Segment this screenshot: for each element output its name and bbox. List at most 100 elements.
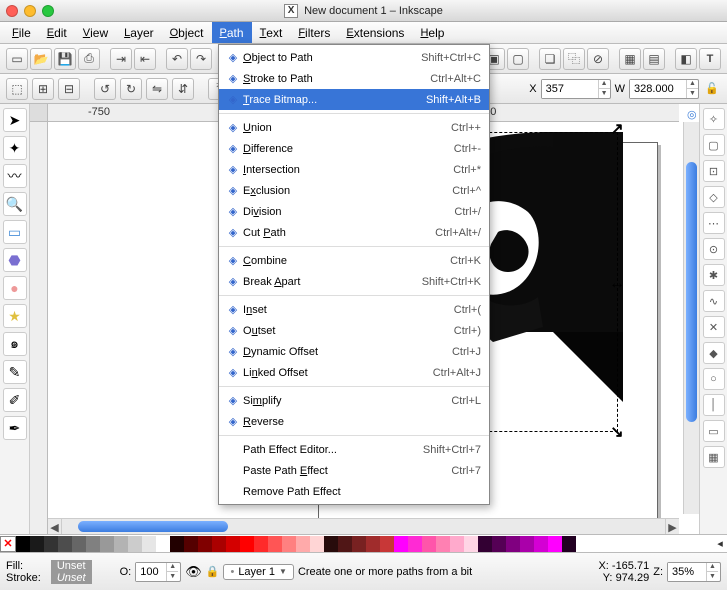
w-spin[interactable]: ▲▼ [629, 79, 699, 99]
color-swatch[interactable] [450, 536, 464, 552]
color-swatch[interactable] [282, 536, 296, 552]
menuitem-cut-path[interactable]: ◈Cut PathCtrl+Alt+/ [219, 222, 489, 243]
open-button[interactable]: 📂 [30, 48, 52, 70]
rectangle-tool[interactable]: ▭ [3, 220, 27, 244]
snap-smooth-button[interactable]: ○ [703, 368, 725, 390]
redo-button[interactable]: ↷ [190, 48, 212, 70]
color-swatch[interactable] [142, 536, 156, 552]
snap-center-button[interactable]: ⊙ [703, 238, 725, 260]
menuitem-dynamic-offset[interactable]: ◈Dynamic OffsetCtrl+J [219, 341, 489, 362]
menuitem-object-to-path[interactable]: ◈Object to PathShift+Ctrl+C [219, 47, 489, 68]
rotate-ccw-button[interactable]: ↺ [94, 78, 116, 100]
menuitem-simplify[interactable]: ◈SimplifyCtrl+L [219, 390, 489, 411]
save-button[interactable]: 💾 [54, 48, 76, 70]
x-input[interactable] [542, 80, 598, 98]
color-swatch[interactable] [156, 536, 170, 552]
color-swatch[interactable] [394, 536, 408, 552]
text-dialog-button[interactable]: T [699, 48, 721, 70]
bezier-tool[interactable]: ✐ [3, 388, 27, 412]
color-swatch[interactable] [296, 536, 310, 552]
ungroup-button[interactable]: ▤ [643, 48, 665, 70]
3dbox-tool[interactable]: ⬣ [3, 248, 27, 272]
zoom-page-button[interactable]: ▢ [507, 48, 529, 70]
import-button[interactable]: ⇥ [110, 48, 132, 70]
menu-text[interactable]: Text [252, 22, 291, 43]
color-swatch[interactable] [380, 536, 394, 552]
vertical-scrollbar[interactable]: ◎ [683, 122, 699, 514]
color-swatch[interactable] [338, 536, 352, 552]
unlink-clone-button[interactable]: ⊘ [587, 48, 609, 70]
handle-ne-icon[interactable]: ↗ [610, 122, 624, 136]
color-swatch[interactable] [58, 536, 72, 552]
spiral-tool[interactable]: ๑ [3, 332, 27, 356]
clone-button[interactable]: ⿻ [563, 48, 585, 70]
select-all-button[interactable]: ⬚ [6, 78, 28, 100]
menu-object[interactable]: Object [162, 22, 212, 43]
new-document-button[interactable]: ▭ [6, 48, 28, 70]
handle-se-icon[interactable]: ↘ [610, 425, 624, 439]
color-swatch[interactable] [548, 536, 562, 552]
snap-intersect-button[interactable]: ✕ [703, 316, 725, 338]
color-swatch[interactable] [562, 536, 576, 552]
menu-filters[interactable]: Filters [290, 22, 338, 43]
snap-midpoint-button[interactable]: ⋯ [703, 212, 725, 234]
color-swatch[interactable] [30, 536, 44, 552]
duplicate-button[interactable]: ❏ [539, 48, 561, 70]
menuitem-exclusion[interactable]: ◈ExclusionCtrl+^ [219, 180, 489, 201]
flip-h-button[interactable]: ⇋ [146, 78, 168, 100]
star-tool[interactable]: ★ [3, 304, 27, 328]
calligraphy-tool[interactable]: ✒ [3, 416, 27, 440]
menu-view[interactable]: View [75, 22, 116, 43]
zoom-spin[interactable]: ▲▼ [667, 562, 721, 582]
menuitem-paste-path-effect[interactable]: Paste Path EffectCtrl+7 [219, 460, 489, 481]
color-swatch[interactable] [506, 536, 520, 552]
stroke-value[interactable]: Unset [51, 572, 92, 584]
menuitem-remove-path-effect[interactable]: Remove Path Effect [219, 481, 489, 502]
color-swatch[interactable] [422, 536, 436, 552]
color-swatch[interactable] [212, 536, 226, 552]
color-swatch[interactable] [72, 536, 86, 552]
menu-path[interactable]: Path [212, 22, 252, 43]
snap-page-button[interactable]: ▭ [703, 420, 725, 442]
color-swatch[interactable] [366, 536, 380, 552]
color-swatch[interactable] [114, 536, 128, 552]
menuitem-inset[interactable]: ◈InsetCtrl+( [219, 299, 489, 320]
lock-layer-icon[interactable]: 🔒 [206, 565, 220, 578]
snap-bbox-button[interactable]: ▢ [703, 134, 725, 156]
opacity-input[interactable] [136, 563, 166, 581]
menuitem-path-effect-editor[interactable]: Path Effect Editor...Shift+Ctrl+7 [219, 439, 489, 460]
color-swatch[interactable] [240, 536, 254, 552]
color-swatch[interactable] [520, 536, 534, 552]
color-swatch[interactable] [492, 536, 506, 552]
color-swatch[interactable] [198, 536, 212, 552]
fill-value[interactable]: Unset [51, 560, 92, 572]
quick-zoom-icon[interactable]: ◎ [687, 108, 697, 121]
color-swatch[interactable] [100, 536, 114, 552]
tweak-tool[interactable]: 〰 [3, 164, 27, 188]
palette-more-icon[interactable]: ◂ [713, 537, 727, 550]
rotate-cw-button[interactable]: ↻ [120, 78, 142, 100]
color-swatch[interactable] [86, 536, 100, 552]
color-swatch[interactable] [16, 536, 30, 552]
handle-e-icon[interactable]: ↔ [610, 277, 624, 291]
color-swatch[interactable] [464, 536, 478, 552]
undo-button[interactable]: ↶ [166, 48, 188, 70]
lock-icon[interactable]: 🔓 [703, 80, 721, 98]
menuitem-break-apart[interactable]: ◈Break ApartShift+Ctrl+K [219, 271, 489, 292]
color-swatch[interactable] [268, 536, 282, 552]
x-spin[interactable]: ▲▼ [541, 79, 611, 99]
color-swatch[interactable] [352, 536, 366, 552]
color-swatch[interactable] [128, 536, 142, 552]
color-swatch[interactable] [184, 536, 198, 552]
snap-cusp-button[interactable]: ◆ [703, 342, 725, 364]
menuitem-reverse[interactable]: ◈Reverse [219, 411, 489, 432]
color-swatch[interactable] [436, 536, 450, 552]
menuitem-trace-bitmap[interactable]: ◈Trace Bitmap...Shift+Alt+B [219, 89, 489, 110]
vertical-ruler[interactable] [30, 122, 48, 534]
menuitem-stroke-to-path[interactable]: ◈Stroke to PathCtrl+Alt+C [219, 68, 489, 89]
snap-grid-button[interactable]: ▦ [703, 446, 725, 468]
menuitem-linked-offset[interactable]: ◈Linked OffsetCtrl+Alt+J [219, 362, 489, 383]
menuitem-intersection[interactable]: ◈IntersectionCtrl+* [219, 159, 489, 180]
group-button[interactable]: ▦ [619, 48, 641, 70]
no-fill-swatch[interactable]: ✕ [0, 536, 16, 552]
